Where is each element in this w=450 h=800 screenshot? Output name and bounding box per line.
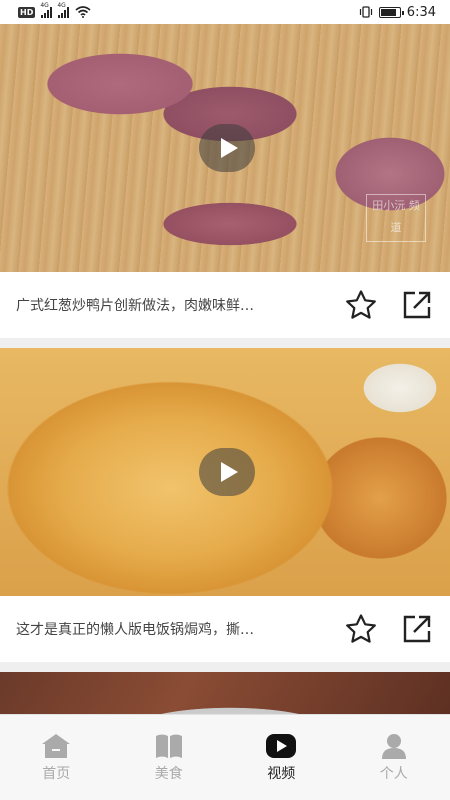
video-play-icon — [266, 733, 297, 758]
status-time: 6:34 — [406, 4, 436, 20]
home-icon — [42, 733, 71, 758]
video-card: 田小沅 频道 广式红葱炒鸭片创新做法，肉嫩味鲜… — [0, 24, 450, 338]
play-icon[interactable] — [199, 124, 255, 172]
share-button[interactable] — [398, 610, 436, 648]
video-thumbnail[interactable]: 田小沅 频道 — [0, 24, 450, 272]
nav-item-video[interactable]: 视频 — [225, 715, 338, 800]
favorite-button[interactable] — [342, 286, 380, 324]
status-right: 6:34 — [359, 5, 436, 20]
star-icon — [346, 614, 376, 643]
app-root: HD 4G 4G 6:34 田小沅 频道 广式红葱炒鸭片创新做法，肉嫩味鲜… 这… — [0, 0, 450, 800]
nav-item-home[interactable]: 首页 — [0, 715, 113, 800]
bottom-nav: 首页 美食 视频 个人 — [0, 714, 450, 800]
video-card: 这才是真正的懒人版电饭锅焗鸡，撕… — [0, 348, 450, 662]
video-title[interactable]: 这才是真正的懒人版电饭锅焗鸡，撕… — [16, 619, 324, 639]
nav-label-profile: 个人 — [379, 765, 408, 782]
nav-label-home: 首页 — [42, 765, 71, 782]
card-footer: 这才是真正的懒人版电饭锅焗鸡，撕… — [0, 596, 450, 662]
favorite-button[interactable] — [342, 610, 380, 648]
battery-fill — [380, 8, 397, 16]
book-icon — [155, 734, 182, 758]
wifi-icon — [75, 6, 91, 18]
status-bar: HD 4G 4G 6:34 — [0, 0, 450, 24]
user-icon — [381, 733, 406, 759]
nav-label-video: 视频 — [267, 765, 296, 782]
play-icon[interactable] — [199, 448, 255, 496]
battery-icon — [378, 6, 404, 18]
nav-label-food: 美食 — [154, 765, 183, 782]
watermark: 田小沅 频道 — [366, 194, 426, 242]
nav-item-profile[interactable]: 个人 — [338, 715, 450, 800]
share-button[interactable] — [398, 286, 436, 324]
video-card — [0, 672, 450, 714]
status-left: HD 4G 4G — [18, 2, 91, 18]
nav-item-food[interactable]: 美食 — [113, 715, 226, 800]
vibrate-icon — [359, 6, 372, 18]
video-thumbnail[interactable] — [0, 348, 450, 596]
signal-icon-sim2: 4G — [57, 2, 70, 18]
video-feed[interactable]: 田小沅 频道 广式红葱炒鸭片创新做法，肉嫩味鲜… 这才是真正的懒人版电饭锅焗鸡，… — [0, 24, 450, 714]
video-thumbnail[interactable] — [0, 672, 450, 714]
share-icon — [403, 615, 431, 643]
card-footer: 广式红葱炒鸭片创新做法，肉嫩味鲜… — [0, 272, 450, 338]
share-icon — [403, 291, 431, 319]
signal-icon-sim1: 4G — [40, 2, 53, 18]
star-icon — [346, 290, 376, 319]
hd-badge: HD — [18, 6, 36, 18]
video-title[interactable]: 广式红葱炒鸭片创新做法，肉嫩味鲜… — [16, 295, 324, 315]
